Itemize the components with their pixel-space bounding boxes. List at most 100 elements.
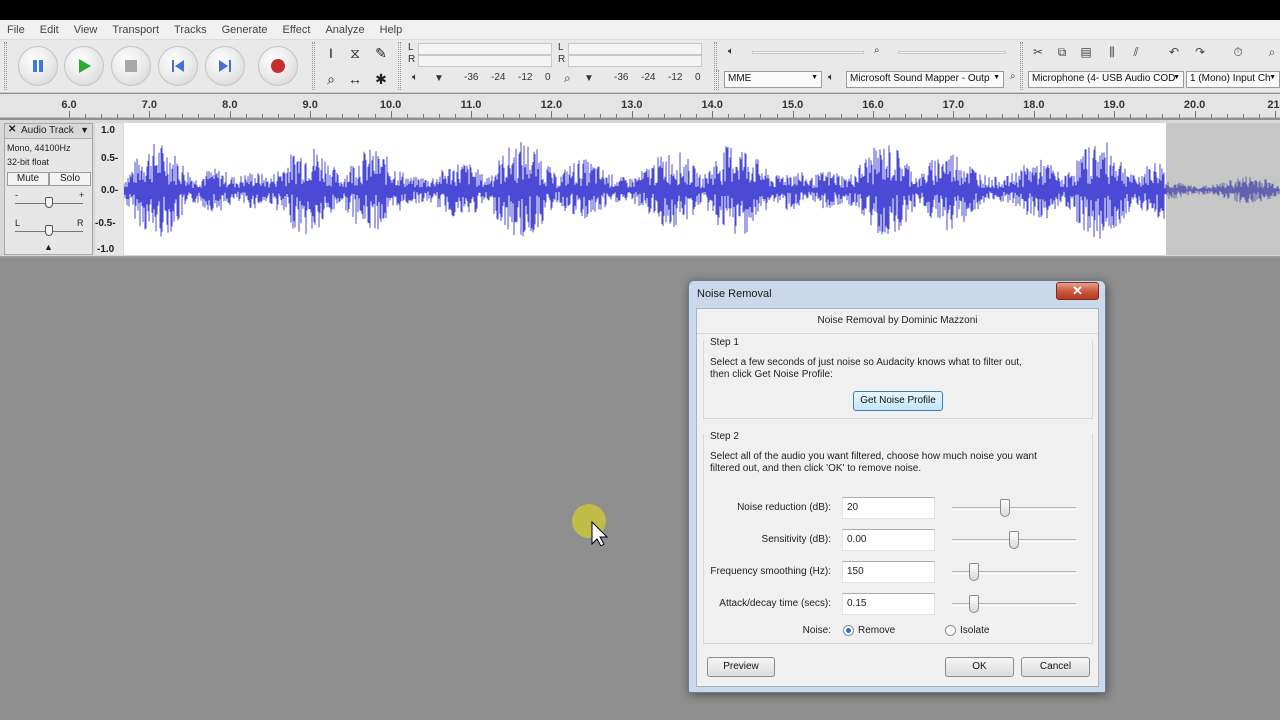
time-shift-tool-icon[interactable]: ↔ xyxy=(344,68,366,90)
timeline-tick xyxy=(454,114,456,118)
menu-file[interactable]: File xyxy=(0,24,33,36)
meter-scale-label: -36 xyxy=(464,72,479,83)
close-button[interactable]: ✕ xyxy=(1056,282,1099,300)
zoom-tool-icon[interactable]: ⌕ xyxy=(320,68,342,90)
close-track-icon[interactable]: ✕ xyxy=(8,124,16,135)
timeline-tick xyxy=(487,114,489,118)
step2-text-line1: Select all of the audio you want filtere… xyxy=(710,451,1037,462)
record-volume-slider[interactable] xyxy=(898,51,1006,54)
collapse-track-icon[interactable]: ▲ xyxy=(44,242,53,252)
skip-to-start-button[interactable] xyxy=(158,46,198,86)
get-noise-profile-button[interactable]: Get Noise Profile xyxy=(853,391,943,411)
menu-tracks[interactable]: Tracks xyxy=(167,24,215,36)
toolbar-grip[interactable] xyxy=(1020,42,1023,90)
menu-edit[interactable]: Edit xyxy=(33,24,67,36)
silence-icon[interactable]: ⫽ xyxy=(1126,42,1146,62)
menu-transport[interactable]: Transport xyxy=(105,24,167,36)
multi-tool-icon[interactable]: ✱ xyxy=(370,68,392,90)
menu-effect[interactable]: Effect xyxy=(276,24,319,36)
timeline-tick xyxy=(117,114,119,118)
audio-host-select[interactable]: MME xyxy=(724,71,822,88)
track-title-bar[interactable]: ✕ Audio Track ▼ xyxy=(5,124,92,139)
playback-meter-right[interactable] xyxy=(568,55,702,67)
toolbar-grip[interactable] xyxy=(398,42,401,90)
draw-tool-icon[interactable]: ✎ xyxy=(370,42,392,64)
attack-decay-field[interactable]: 0.15 xyxy=(842,593,935,615)
timeline-ruler[interactable]: 6.0 7.0 8.0 9.0 10.0 11.0 12.0 13.0 14.0 15.0 16.0… xyxy=(0,94,1280,118)
sensitivity-field[interactable]: 0.00 xyxy=(842,529,935,551)
playback-volume-slider[interactable] xyxy=(752,51,864,54)
timeline-tick xyxy=(1130,114,1132,118)
preview-button[interactable]: Preview xyxy=(707,657,775,677)
trim-icon[interactable]: ⫼ xyxy=(1102,42,1122,62)
timeline-label: 10.0 xyxy=(379,99,402,111)
track-menu-chevron-icon[interactable]: ▼ xyxy=(80,125,89,135)
cancel-button[interactable]: Cancel xyxy=(1021,657,1090,677)
noise-reduction-field[interactable]: 20 xyxy=(842,497,935,519)
sensitivity-slider[interactable] xyxy=(952,530,1076,550)
timeline-tick xyxy=(374,114,376,118)
timeline-tick xyxy=(760,114,762,118)
solo-button[interactable]: Solo xyxy=(49,172,91,186)
step1-text-line2: then click Get Noise Profile: xyxy=(710,369,833,380)
meter-menu-icon[interactable]: ▼ xyxy=(584,73,594,84)
isolate-radio-label[interactable]: Isolate xyxy=(960,625,989,636)
redo-icon[interactable]: ↷ xyxy=(1190,42,1210,62)
record-meter-right[interactable] xyxy=(418,55,552,67)
copy-icon[interactable]: ⧉ xyxy=(1052,42,1072,62)
playback-meter-left[interactable] xyxy=(568,43,702,55)
timeline-tick xyxy=(937,114,939,118)
menu-view[interactable]: View xyxy=(67,24,106,36)
recording-device-select[interactable]: Microphone (4- USB Audio COD xyxy=(1028,71,1184,88)
step2-text-line2: filtered out, and then click 'OK' to rem… xyxy=(710,463,922,474)
ok-button[interactable]: OK xyxy=(945,657,1014,677)
remove-radio-label[interactable]: Remove xyxy=(858,625,895,636)
timeline-tick xyxy=(969,114,971,118)
menu-help[interactable]: Help xyxy=(373,24,411,36)
slider-thumb[interactable] xyxy=(969,595,979,613)
timeline-tick xyxy=(1210,114,1212,118)
cut-icon[interactable]: ✂ xyxy=(1028,42,1048,62)
input-channels-select[interactable]: 1 (Mono) Input Ch xyxy=(1186,71,1280,88)
pan-slider-thumb[interactable] xyxy=(45,225,53,236)
stop-button[interactable] xyxy=(111,46,151,86)
envelope-tool-icon[interactable]: ⧖ xyxy=(344,42,366,64)
timeline-label: 6.0 xyxy=(61,99,77,111)
record-meter-left[interactable] xyxy=(418,43,552,55)
toolbar-grip[interactable] xyxy=(312,42,315,90)
meter-scale-label: 0 xyxy=(545,72,551,83)
sync-lock-icon[interactable]: ⏱ xyxy=(1228,42,1248,62)
record-button[interactable] xyxy=(258,46,298,86)
timeline-label: 7.0 xyxy=(141,99,158,111)
selection-tool-icon[interactable]: I xyxy=(320,42,342,64)
timeline-tick xyxy=(342,114,344,118)
step1-text-line1: Select a few seconds of just noise so Au… xyxy=(710,357,1022,368)
timeline-tick xyxy=(856,114,858,118)
remove-radio[interactable] xyxy=(843,625,854,636)
play-button[interactable] xyxy=(64,46,104,86)
toolbar-grip[interactable] xyxy=(716,70,719,90)
toolbar-grip[interactable] xyxy=(4,42,7,90)
slider-thumb[interactable] xyxy=(1000,499,1010,517)
paste-icon[interactable]: ▤ xyxy=(1076,42,1096,62)
attack-decay-slider[interactable] xyxy=(952,594,1076,614)
mute-button[interactable]: Mute xyxy=(7,172,49,186)
menu-analyze[interactable]: Analyze xyxy=(318,24,372,36)
waveform-display[interactable] xyxy=(124,123,1280,255)
frequency-smoothing-field[interactable]: 150 xyxy=(842,561,935,583)
menu-generate[interactable]: Generate xyxy=(215,24,276,36)
slider-thumb[interactable] xyxy=(1009,531,1019,549)
meter-menu-icon[interactable]: ▼ xyxy=(434,73,444,84)
frequency-smoothing-slider[interactable] xyxy=(952,562,1076,582)
zoom-in-icon[interactable]: ⌕ xyxy=(1262,42,1280,62)
playback-device-select[interactable]: Microsoft Sound Mapper - Outp xyxy=(846,71,1004,88)
slider-thumb[interactable] xyxy=(969,563,979,581)
isolate-radio[interactable] xyxy=(945,625,956,636)
noise-reduction-slider[interactable] xyxy=(952,498,1076,518)
meter-scale-label: -24 xyxy=(491,72,506,83)
skip-to-end-button[interactable] xyxy=(205,46,245,86)
timeline-tick xyxy=(181,114,183,118)
gain-slider-thumb[interactable] xyxy=(45,197,53,208)
pause-button[interactable] xyxy=(18,46,58,86)
undo-icon[interactable]: ↶ xyxy=(1164,42,1184,62)
